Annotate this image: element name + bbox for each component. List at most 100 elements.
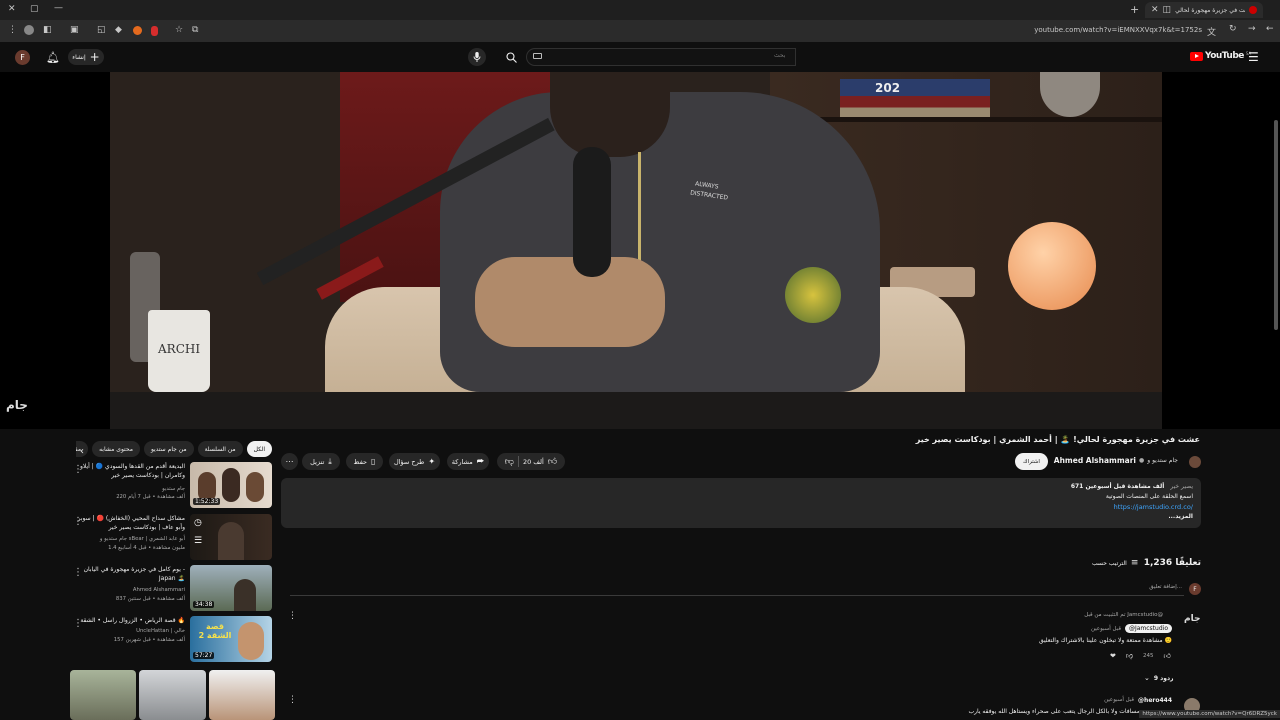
related-menu-icon[interactable]: ⋮ [73, 568, 83, 578]
related-thumbnail[interactable]: ◷ ☰ [190, 514, 272, 560]
keyboard-icon[interactable] [533, 53, 542, 59]
youtube-logo[interactable]: YouTube SA [1190, 51, 1251, 61]
related-thumbnail[interactable]: قصة الشقة 2 57:27 [190, 616, 272, 662]
related-video[interactable]: قصة الشقة 2 57:27 قصة الرياض • الزروال ر… [70, 616, 275, 664]
related-channel[interactable]: UncleHattan | خالي [73, 628, 185, 634]
related-channel[interactable]: Ahmed Alshammari [73, 587, 185, 593]
description-tag[interactable]: يصير خير [1170, 483, 1193, 490]
chip-from-jam[interactable]: من جام ستديو [143, 441, 194, 457]
comment-dislike-icon[interactable]: 👎︎ [1126, 651, 1133, 660]
active-tab[interactable]: ✕ ◫ عشت في جزيرة مهجورة لحالي... [1145, 2, 1263, 18]
menu-dots-icon[interactable]: ⋮ [8, 25, 17, 35]
related-menu-icon[interactable]: ⋮ [73, 517, 83, 527]
watch-later-icon[interactable]: ◷ [194, 518, 202, 528]
restore-window-icon[interactable]: ▢ [30, 4, 39, 14]
comment-author-2[interactable]: @hero444 [1138, 697, 1172, 704]
bookmark-icon: ▯ [371, 457, 376, 466]
comment-menu-icon-2[interactable]: ⋮ [288, 695, 297, 705]
voice-search-button[interactable] [468, 48, 486, 66]
reload-icon[interactable]: ↻ [1229, 24, 1237, 34]
notifications-bell-icon[interactable]: 🔔︎ [46, 51, 60, 64]
create-button[interactable]: إنشاء + [68, 49, 104, 65]
reply-heart-icon[interactable]: ❤︎ [1110, 652, 1116, 660]
extension-icon-4[interactable]: ◆ [115, 25, 122, 35]
more-horiz-icon: ⋯ [285, 457, 294, 466]
download-button[interactable]: تنزيل ⤓ [302, 453, 340, 470]
channel-info[interactable]: Ahmed Alshammari ● جام ستديو و [1054, 456, 1178, 465]
short-thumbnail[interactable] [208, 670, 275, 720]
page-scrollbar[interactable] [1274, 120, 1278, 330]
hands [475, 257, 665, 347]
chip-similar[interactable]: محتوى مشابه [92, 441, 140, 457]
related-menu-icon[interactable]: ⋮ [73, 619, 83, 629]
new-tab-icon[interactable]: + [1130, 3, 1139, 16]
channel-watermark[interactable]: جام [6, 398, 28, 412]
chevron-down-icon: ⌄ [1144, 674, 1150, 682]
description-box[interactable] [281, 478, 1201, 528]
related-channel[interactable]: جام ستديو و sBear | أبو عابد الشمري [73, 536, 185, 542]
description-stats-row: 671 ألف مشاهدة قبل أسبوعين يصير خير [1071, 483, 1193, 490]
comment-author-1[interactable]: @Jamcstudio [1124, 624, 1172, 633]
ask-button[interactable]: طرح سؤال ✦ [389, 453, 440, 470]
comment-menu-icon-1[interactable]: ⋮ [288, 611, 297, 621]
more-actions-button[interactable]: ⋯ [281, 453, 298, 470]
close-window-icon[interactable]: ✕ [8, 4, 16, 14]
related-title[interactable]: قصة الرياض • الزروال راسل • الشقة 🔥 [73, 617, 185, 626]
description-more[interactable]: ...المزيد [1168, 513, 1193, 520]
account-avatar[interactable]: F [15, 50, 30, 65]
channel-name[interactable]: Ahmed Alshammari [1054, 456, 1136, 465]
sort-comments-button[interactable]: الترتيب حسب ≡ [1092, 558, 1138, 568]
subscribe-button[interactable]: اشتراك [1015, 453, 1048, 470]
chip-all[interactable]: الكل [246, 441, 272, 457]
related-thumbnail[interactable]: 1:52:33 [190, 462, 272, 508]
extension-icon-6[interactable] [151, 26, 158, 36]
collab-with[interactable]: جام ستديو و [1147, 457, 1178, 464]
short-thumbnail[interactable] [70, 670, 137, 720]
extension-icon-1[interactable]: ◧ [43, 25, 52, 35]
comment-likes-1: 245 [1142, 652, 1154, 659]
install-app-icon[interactable]: ⧉ [192, 25, 198, 35]
comment-like-icon[interactable]: 👍︎ [1163, 651, 1170, 660]
related-video[interactable]: ◷ ☰ مشاكل سداح المحيي (الخفاش) 🔴 | سوبر … [70, 514, 275, 562]
share-button[interactable]: مشاركة ⮫ [447, 453, 489, 470]
url-text[interactable]: youtube.com/watch?v=iEMNXXVqx7k&t=1752s [1034, 26, 1202, 34]
like-icon[interactable]: 👍︎ [548, 457, 557, 467]
related-menu-icon[interactable]: ⋮ [73, 465, 83, 475]
extension-icon-2[interactable]: ▣ [70, 25, 79, 35]
search-input[interactable] [526, 48, 796, 66]
forward-icon[interactable]: → [1248, 24, 1256, 34]
hamburger-menu-icon[interactable]: ☰ [1248, 50, 1259, 64]
related-channel[interactable]: جام ستديو [73, 486, 185, 492]
close-tab-icon[interactable]: ✕ [1151, 5, 1159, 15]
related-title[interactable]: مشاكل سداح المحيي (الخفاش) 🔴 | سوبر وأبو… [73, 515, 185, 532]
save-button[interactable]: حفظ ▯ [346, 453, 383, 470]
bookmark-star-icon[interactable]: ☆ [175, 25, 183, 35]
save-label: حفظ [353, 457, 368, 466]
thumb-text: قصة الشقة 2 [198, 622, 232, 640]
microphone-icon [473, 52, 481, 62]
add-comment-input[interactable] [290, 584, 1184, 596]
extension-icon-3[interactable]: ◱ [97, 25, 106, 35]
short-thumbnail[interactable] [139, 670, 206, 720]
dislike-icon[interactable]: 👎︎ [505, 457, 514, 467]
related-video[interactable]: 34:38 يوم كامل في جزيرة مهجورة في اليابا… [70, 565, 275, 613]
search-button[interactable] [498, 48, 524, 66]
chip-scroll-chevron-icon[interactable]: ‹ [80, 446, 84, 457]
related-title[interactable]: البديعة أقدم من القدها والسودي 🔵 | أيلاو… [73, 463, 185, 480]
minimize-window-icon[interactable]: — [54, 3, 63, 13]
replies-toggle-1[interactable]: ⌄ 9 ردود [1144, 674, 1173, 682]
add-to-queue-icon[interactable]: ☰ [194, 536, 202, 546]
video-player[interactable]: 202 ALWAYS DISTRACTED ARCHI [110, 72, 1162, 429]
related-video[interactable]: 1:52:33 البديعة أقدم من القدها والسودي 🔵… [70, 462, 275, 510]
back-icon[interactable]: ← [1266, 24, 1274, 34]
description-link[interactable]: https://jamstudio.crd.co/ [1114, 503, 1193, 511]
extension-icon-5[interactable] [133, 26, 142, 35]
related-title[interactable]: يوم كامل في جزيرة مهجورة في اليابان - Ja… [73, 566, 185, 583]
like-count[interactable]: 20 ألف [523, 458, 544, 466]
chip-series[interactable]: من السلسلة [197, 441, 243, 457]
profile-icon[interactable] [24, 25, 34, 35]
translate-icon[interactable]: 文 [1207, 25, 1216, 38]
related-thumbnail[interactable]: 34:38 [190, 565, 272, 611]
channel-avatar[interactable] [1189, 456, 1201, 468]
share-icon: ⮫ [476, 456, 485, 466]
